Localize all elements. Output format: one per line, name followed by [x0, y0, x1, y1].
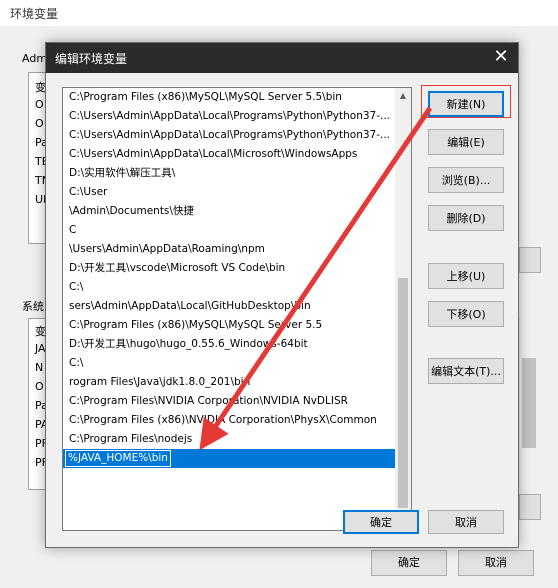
edit-button[interactable]: 编辑(E) [428, 129, 504, 155]
scroll-thumb[interactable] [398, 278, 408, 508]
system-variable-row[interactable]: N [35, 361, 43, 374]
path-entry[interactable]: D:\实用软件\解压工具\ [63, 164, 395, 183]
path-entry[interactable]: rogram Files\Java\jdk1.8.0_201\bin [63, 373, 395, 392]
system-variables-group-label: 系统 [22, 300, 44, 313]
path-entry[interactable]: C:\ [63, 278, 395, 297]
bg-user-scrollbar[interactable] [519, 72, 540, 242]
bg-user-delete-button[interactable] [519, 247, 541, 273]
path-entry[interactable]: sers\Admin\AppData\Local\GitHubDesktop\b… [63, 297, 395, 316]
edit-text-button[interactable]: 编辑文本(T)... [428, 358, 504, 384]
path-entry[interactable]: C:\Users\Admin\AppData\Local\Programs\Py… [63, 107, 395, 126]
browse-button[interactable]: 浏览(B)... [428, 167, 504, 193]
delete-button[interactable]: 删除(D) [428, 205, 504, 231]
list-scrollbar[interactable]: ▲ ▼ [395, 88, 411, 530]
path-entry[interactable]: C:\Users\Admin\AppData\Local\Programs\Py… [63, 126, 395, 145]
dialog-titlebar: 编辑环境变量 ✕ [46, 43, 518, 73]
bg-system-scrollbar[interactable] [519, 318, 540, 488]
system-variable-row[interactable]: JA [35, 342, 46, 355]
edit-environment-variable-dialog: 编辑环境变量 ✕ C:\Program Files (x86)\MySQL\My… [45, 42, 519, 548]
path-entry[interactable]: \Users\Admin\AppData\Roaming\npm [63, 240, 395, 259]
path-entry[interactable]: C:\Program Files\nodejs [63, 430, 395, 449]
bg-window-title: 环境变量 [10, 7, 59, 21]
path-entry[interactable]: C:\Program Files\NVIDIA Corporation\NVID… [63, 392, 395, 411]
user-variable-row[interactable]: O [35, 98, 44, 111]
user-variables-group-label: Adm [22, 52, 48, 65]
path-entry[interactable]: C:\Program Files (x86)\NVIDIA Corporatio… [63, 411, 395, 430]
dialog-title: 编辑环境变量 [55, 52, 128, 66]
path-entry[interactable]: \Admin\Documents\快捷 [63, 202, 395, 221]
path-entry-selected[interactable]: %JAVA_HOME%\bin [63, 449, 395, 468]
move-down-button[interactable]: 下移(O) [428, 301, 504, 327]
scroll-up-arrow-icon[interactable]: ▲ [395, 88, 411, 104]
path-entry[interactable]: C:\Users\Admin\AppData\Local\Microsoft\W… [63, 145, 395, 164]
bg-titlebar: 环境变量 [0, 0, 558, 26]
path-entry[interactable]: C [63, 221, 395, 240]
new-button-highlight [421, 85, 511, 118]
bg-system-delete-button[interactable] [519, 494, 541, 520]
move-up-button[interactable]: 上移(U) [428, 263, 504, 289]
path-entry[interactable]: C:\Program Files (x86)\MySQL\MySQL Serve… [63, 316, 395, 335]
path-entry[interactable]: D:\开发工具\hugo\hugo_0.55.6_Windows-64bit [63, 335, 395, 354]
path-entry-edit-field[interactable]: %JAVA_HOME%\bin [65, 450, 171, 467]
close-icon[interactable]: ✕ [484, 43, 518, 73]
path-entry[interactable]: C:\ [63, 354, 395, 373]
cancel-button[interactable]: 取消 [428, 510, 504, 534]
bg-cancel-button[interactable]: 取消 [458, 550, 534, 576]
path-entry[interactable]: D:\开发工具\vscode\Microsoft VS Code\bin [63, 259, 395, 278]
path-entry[interactable]: C:\User [63, 183, 395, 202]
bg-system-scroll-thumb[interactable] [522, 358, 536, 448]
path-entries-list[interactable]: C:\Program Files (x86)\MySQL\MySQL Serve… [62, 87, 412, 531]
user-variable-row[interactable]: O [35, 117, 44, 130]
system-variable-row[interactable]: O [35, 380, 44, 393]
bg-ok-button[interactable]: 确定 [371, 550, 447, 576]
ok-button[interactable]: 确定 [343, 510, 419, 534]
path-entry[interactable]: C:\Program Files (x86)\MySQL\MySQL Serve… [63, 88, 395, 107]
